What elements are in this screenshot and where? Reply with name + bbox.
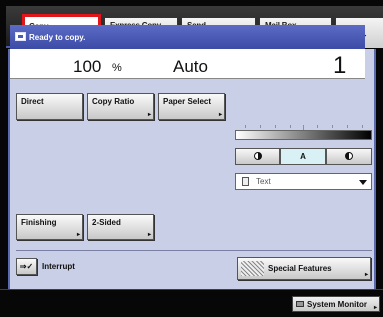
special-features-icon [241, 261, 264, 276]
density-tick [332, 125, 333, 128]
copy-ratio-button[interactable]: Copy Ratio ▸ [87, 93, 154, 120]
system-monitor-button-label: System Monitor [307, 300, 368, 309]
interrupt-label: Interrupt [42, 262, 75, 271]
paper-size-value: Auto [173, 57, 208, 76]
submenu-corner-icon: ▸ [364, 272, 368, 278]
panel-divider [16, 250, 372, 251]
two-sided-button[interactable]: 2-Sided ▸ [87, 214, 154, 240]
two-sided-button-label: 2-Sided [92, 218, 121, 227]
paper-select-button-label: Paper Select [163, 97, 212, 106]
submenu-corner-icon: ▸ [373, 305, 377, 311]
direct-button[interactable]: Direct [16, 93, 83, 120]
dark-density-icon [345, 152, 353, 160]
original-type-select[interactable]: Text [235, 173, 372, 190]
density-tick [245, 125, 246, 128]
density-tick [275, 125, 276, 128]
density-controls: A [235, 148, 372, 165]
copy-ratio-value: 100 [73, 57, 102, 76]
finishing-button-label: Finishing [21, 218, 57, 227]
density-tick [317, 125, 318, 128]
density-auto-label: A [300, 152, 306, 161]
density-tick [290, 125, 291, 128]
dropdown-triangle-icon [359, 180, 367, 185]
density-gradient-bar [235, 130, 372, 140]
special-features-button[interactable]: Special Features ▸ [237, 257, 371, 280]
copy-ratio-button-label: Copy Ratio [92, 97, 135, 106]
interrupt-icon: ⇒✓ [19, 262, 34, 271]
status-message: Ready to copy. [29, 33, 86, 42]
density-auto-button[interactable]: A [280, 148, 326, 165]
copier-screen: Copy Express Copy Send Mail Box [0, 0, 383, 317]
density-tick [260, 125, 261, 128]
copy-ratio-unit: % [112, 62, 122, 74]
submenu-corner-icon: ▸ [147, 232, 151, 238]
copy-panel [8, 49, 376, 289]
interrupt-button[interactable]: ⇒✓ [16, 258, 37, 275]
system-monitor-button[interactable]: System Monitor ▸ [292, 296, 380, 312]
special-features-button-label: Special Features [268, 264, 332, 273]
density-lighter-button[interactable] [235, 148, 280, 165]
paper-select-button[interactable]: Paper Select ▸ [158, 93, 225, 120]
submenu-corner-icon: ▸ [218, 112, 222, 118]
system-monitor-icon [296, 301, 304, 307]
submenu-corner-icon: ▸ [76, 232, 80, 238]
footer-bar: System Monitor ▸ [0, 289, 383, 317]
direct-button-label: Direct [21, 97, 44, 106]
copy-status-icon [15, 32, 26, 41]
submenu-corner-icon: ▸ [147, 112, 151, 118]
density-tick [347, 125, 348, 128]
footer-divider [0, 289, 383, 290]
status-bar: Ready to copy. [10, 25, 365, 49]
copy-settings-readout: 100 % Auto 1 [10, 49, 365, 79]
document-icon [242, 177, 249, 186]
finishing-button[interactable]: Finishing ▸ [16, 214, 83, 240]
density-tick [362, 125, 363, 128]
density-darker-button[interactable] [326, 148, 372, 165]
copy-count: 1 [333, 52, 347, 79]
light-density-icon [253, 152, 262, 160]
original-type-value: Text [256, 177, 271, 186]
